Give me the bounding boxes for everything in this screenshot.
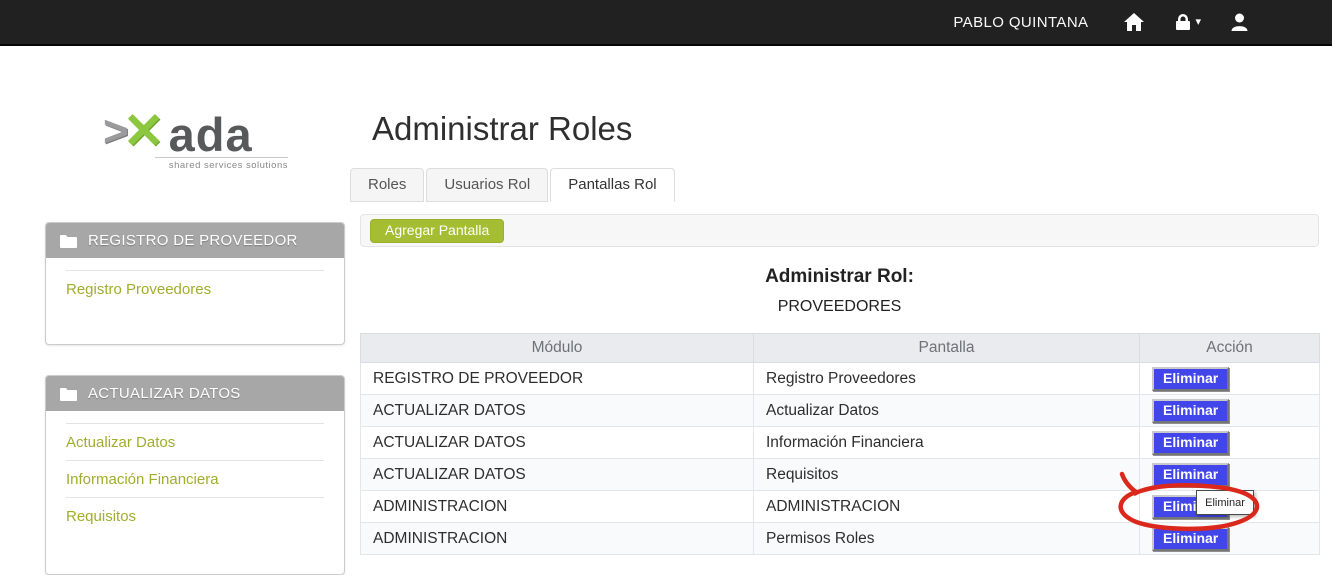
- logo-brand-text: ada: [169, 116, 253, 154]
- sidebar-panel-actualizar-datos: ACTUALIZAR DATOS Actualizar Datos Inform…: [45, 375, 345, 575]
- ada-logo: > ✕ ada shared services solutions: [103, 104, 288, 171]
- table-row: ADMINISTRACION Permisos Roles Eliminar: [361, 523, 1320, 555]
- role-heading-subtitle: PROVEEDORES: [360, 298, 1319, 316]
- cell-modulo: ACTUALIZAR DATOS: [361, 427, 754, 459]
- cell-modulo: ADMINISTRACION: [361, 523, 754, 555]
- cell-modulo: ACTUALIZAR DATOS: [361, 395, 754, 427]
- sidebar-item-registro-proveedores[interactable]: Registro Proveedores: [66, 270, 324, 307]
- panel-header: REGISTRO DE PROVEEDOR: [46, 223, 344, 258]
- sidebar-item-informacion-financiera[interactable]: Información Financiera: [66, 460, 324, 497]
- panel-header: ACTUALIZAR DATOS: [46, 376, 344, 411]
- sidebar-item-actualizar-datos[interactable]: Actualizar Datos: [66, 423, 324, 460]
- topbar: PABLO QUINTANA ▾: [0, 0, 1332, 46]
- column-header-accion: Acción: [1140, 334, 1320, 363]
- cell-modulo: ADMINISTRACION: [361, 491, 754, 523]
- cell-pantalla: Información Financiera: [754, 427, 1140, 459]
- eliminar-tooltip: Eliminar: [1196, 490, 1254, 515]
- cell-modulo: ACTUALIZAR DATOS: [361, 459, 754, 491]
- table-row: ADMINISTRACION ADMINISTRACION Eliminar: [361, 491, 1320, 523]
- role-heading: Administrar Rol: PROVEEDORES: [360, 266, 1319, 316]
- caret-down-icon: ▾: [1195, 17, 1201, 28]
- table-header-row: Módulo Pantalla Acción: [361, 334, 1320, 363]
- pantallas-rol-table: Módulo Pantalla Acción REGISTRO DE PROVE…: [360, 333, 1320, 555]
- table-row: ACTUALIZAR DATOS Requisitos Eliminar: [361, 459, 1320, 491]
- page-title: Administrar Roles: [372, 110, 632, 148]
- panel-title: ACTUALIZAR DATOS: [88, 385, 241, 402]
- table-row: ACTUALIZAR DATOS Información Financiera …: [361, 427, 1320, 459]
- cell-pantalla: Actualizar Datos: [754, 395, 1140, 427]
- sidebar-panel-registro-de-proveedor: REGISTRO DE PROVEEDOR Registro Proveedor…: [45, 222, 345, 345]
- cell-pantalla: Requisitos: [754, 459, 1140, 491]
- tab-usuarios-rol[interactable]: Usuarios Rol: [426, 168, 548, 202]
- lock-icon: [1174, 13, 1192, 31]
- folder-icon: [60, 387, 77, 401]
- table-toolbar: Agregar Pantalla: [360, 214, 1319, 247]
- tab-pantallas-rol[interactable]: Pantallas Rol: [550, 168, 674, 202]
- logo-x-mark: ✕: [123, 103, 159, 159]
- logo-chevron-mark: >: [103, 107, 123, 156]
- eliminar-button[interactable]: Eliminar: [1152, 431, 1229, 455]
- topbar-username: PABLO QUINTANA: [953, 14, 1088, 31]
- cell-pantalla: ADMINISTRACION: [754, 491, 1140, 523]
- eliminar-button[interactable]: Eliminar: [1152, 367, 1229, 391]
- home-icon[interactable]: [1124, 13, 1144, 31]
- logo-tagline: shared services solutions: [155, 157, 288, 171]
- lock-menu-button[interactable]: ▾: [1174, 13, 1201, 31]
- agregar-pantalla-button[interactable]: Agregar Pantalla: [370, 219, 504, 243]
- eliminar-button[interactable]: Eliminar: [1152, 527, 1229, 551]
- cell-pantalla: Permisos Roles: [754, 523, 1140, 555]
- cell-modulo: REGISTRO DE PROVEEDOR: [361, 363, 754, 395]
- table-row: ACTUALIZAR DATOS Actualizar Datos Elimin…: [361, 395, 1320, 427]
- panel-title: REGISTRO DE PROVEEDOR: [88, 232, 298, 249]
- table-row: REGISTRO DE PROVEEDOR Registro Proveedor…: [361, 363, 1320, 395]
- eliminar-button[interactable]: Eliminar: [1152, 399, 1229, 423]
- column-header-modulo: Módulo: [361, 334, 754, 363]
- column-header-pantalla: Pantalla: [754, 334, 1140, 363]
- sidebar-item-requisitos[interactable]: Requisitos: [66, 497, 324, 534]
- role-heading-title: Administrar Rol:: [360, 266, 1319, 288]
- cell-pantalla: Registro Proveedores: [754, 363, 1140, 395]
- user-icon[interactable]: [1231, 13, 1248, 31]
- folder-icon: [60, 234, 77, 248]
- eliminar-button[interactable]: Eliminar: [1152, 463, 1229, 487]
- tab-roles[interactable]: Roles: [350, 168, 424, 202]
- tab-bar: Roles Usuarios Rol Pantallas Rol: [350, 168, 675, 202]
